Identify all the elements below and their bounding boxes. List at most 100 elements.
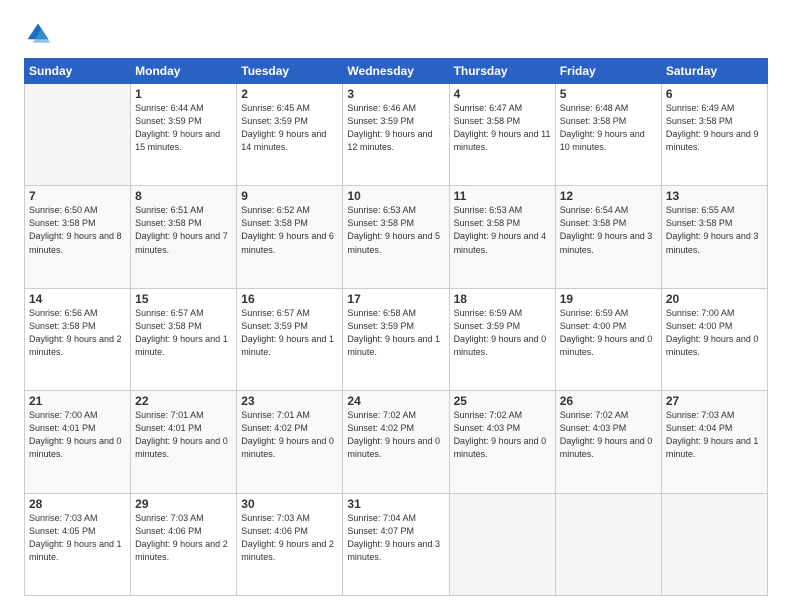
calendar-cell: 29Sunrise: 7:03 AM Sunset: 4:06 PM Dayli… <box>131 493 237 595</box>
calendar-cell: 17Sunrise: 6:58 AM Sunset: 3:59 PM Dayli… <box>343 288 449 390</box>
day-info: Sunrise: 6:59 AM Sunset: 4:00 PM Dayligh… <box>560 307 657 359</box>
calendar-week-1: 1Sunrise: 6:44 AM Sunset: 3:59 PM Daylig… <box>25 84 768 186</box>
day-info: Sunrise: 6:46 AM Sunset: 3:59 PM Dayligh… <box>347 102 444 154</box>
calendar-cell: 23Sunrise: 7:01 AM Sunset: 4:02 PM Dayli… <box>237 391 343 493</box>
day-info: Sunrise: 7:03 AM Sunset: 4:04 PM Dayligh… <box>666 409 763 461</box>
calendar-cell: 30Sunrise: 7:03 AM Sunset: 4:06 PM Dayli… <box>237 493 343 595</box>
calendar-cell: 1Sunrise: 6:44 AM Sunset: 3:59 PM Daylig… <box>131 84 237 186</box>
weekday-header-thursday: Thursday <box>449 59 555 84</box>
day-info: Sunrise: 7:02 AM Sunset: 4:03 PM Dayligh… <box>560 409 657 461</box>
day-info: Sunrise: 6:49 AM Sunset: 3:58 PM Dayligh… <box>666 102 763 154</box>
calendar-cell <box>449 493 555 595</box>
day-info: Sunrise: 7:01 AM Sunset: 4:02 PM Dayligh… <box>241 409 338 461</box>
calendar-cell: 5Sunrise: 6:48 AM Sunset: 3:58 PM Daylig… <box>555 84 661 186</box>
calendar-week-4: 21Sunrise: 7:00 AM Sunset: 4:01 PM Dayli… <box>25 391 768 493</box>
day-info: Sunrise: 6:53 AM Sunset: 3:58 PM Dayligh… <box>454 204 551 256</box>
day-info: Sunrise: 6:47 AM Sunset: 3:58 PM Dayligh… <box>454 102 551 154</box>
day-info: Sunrise: 6:44 AM Sunset: 3:59 PM Dayligh… <box>135 102 232 154</box>
calendar-cell: 27Sunrise: 7:03 AM Sunset: 4:04 PM Dayli… <box>661 391 767 493</box>
calendar-cell: 11Sunrise: 6:53 AM Sunset: 3:58 PM Dayli… <box>449 186 555 288</box>
day-number: 8 <box>135 189 232 203</box>
calendar-cell: 15Sunrise: 6:57 AM Sunset: 3:58 PM Dayli… <box>131 288 237 390</box>
calendar-cell: 20Sunrise: 7:00 AM Sunset: 4:00 PM Dayli… <box>661 288 767 390</box>
day-info: Sunrise: 6:50 AM Sunset: 3:58 PM Dayligh… <box>29 204 126 256</box>
day-number: 24 <box>347 394 444 408</box>
day-info: Sunrise: 7:00 AM Sunset: 4:01 PM Dayligh… <box>29 409 126 461</box>
day-number: 19 <box>560 292 657 306</box>
day-number: 3 <box>347 87 444 101</box>
day-info: Sunrise: 6:57 AM Sunset: 3:59 PM Dayligh… <box>241 307 338 359</box>
calendar-table: SundayMondayTuesdayWednesdayThursdayFrid… <box>24 58 768 596</box>
weekday-header-sunday: Sunday <box>25 59 131 84</box>
calendar-cell: 10Sunrise: 6:53 AM Sunset: 3:58 PM Dayli… <box>343 186 449 288</box>
logo-icon <box>24 20 52 48</box>
day-number: 7 <box>29 189 126 203</box>
day-info: Sunrise: 6:59 AM Sunset: 3:59 PM Dayligh… <box>454 307 551 359</box>
day-info: Sunrise: 6:53 AM Sunset: 3:58 PM Dayligh… <box>347 204 444 256</box>
calendar-cell: 6Sunrise: 6:49 AM Sunset: 3:58 PM Daylig… <box>661 84 767 186</box>
day-info: Sunrise: 7:03 AM Sunset: 4:06 PM Dayligh… <box>135 512 232 564</box>
calendar-cell: 31Sunrise: 7:04 AM Sunset: 4:07 PM Dayli… <box>343 493 449 595</box>
day-info: Sunrise: 7:02 AM Sunset: 4:03 PM Dayligh… <box>454 409 551 461</box>
weekday-header-friday: Friday <box>555 59 661 84</box>
calendar-cell: 7Sunrise: 6:50 AM Sunset: 3:58 PM Daylig… <box>25 186 131 288</box>
day-number: 11 <box>454 189 551 203</box>
day-info: Sunrise: 7:03 AM Sunset: 4:05 PM Dayligh… <box>29 512 126 564</box>
calendar-cell: 12Sunrise: 6:54 AM Sunset: 3:58 PM Dayli… <box>555 186 661 288</box>
day-info: Sunrise: 6:58 AM Sunset: 3:59 PM Dayligh… <box>347 307 444 359</box>
day-number: 26 <box>560 394 657 408</box>
calendar-cell <box>25 84 131 186</box>
calendar-cell: 14Sunrise: 6:56 AM Sunset: 3:58 PM Dayli… <box>25 288 131 390</box>
calendar-cell: 3Sunrise: 6:46 AM Sunset: 3:59 PM Daylig… <box>343 84 449 186</box>
calendar-week-3: 14Sunrise: 6:56 AM Sunset: 3:58 PM Dayli… <box>25 288 768 390</box>
weekday-header-row: SundayMondayTuesdayWednesdayThursdayFrid… <box>25 59 768 84</box>
day-info: Sunrise: 6:55 AM Sunset: 3:58 PM Dayligh… <box>666 204 763 256</box>
day-info: Sunrise: 6:52 AM Sunset: 3:58 PM Dayligh… <box>241 204 338 256</box>
calendar-cell: 24Sunrise: 7:02 AM Sunset: 4:02 PM Dayli… <box>343 391 449 493</box>
day-number: 29 <box>135 497 232 511</box>
day-number: 28 <box>29 497 126 511</box>
day-info: Sunrise: 7:04 AM Sunset: 4:07 PM Dayligh… <box>347 512 444 564</box>
calendar-cell: 2Sunrise: 6:45 AM Sunset: 3:59 PM Daylig… <box>237 84 343 186</box>
day-info: Sunrise: 7:02 AM Sunset: 4:02 PM Dayligh… <box>347 409 444 461</box>
day-number: 4 <box>454 87 551 101</box>
day-number: 18 <box>454 292 551 306</box>
day-number: 23 <box>241 394 338 408</box>
calendar-cell: 25Sunrise: 7:02 AM Sunset: 4:03 PM Dayli… <box>449 391 555 493</box>
day-number: 14 <box>29 292 126 306</box>
calendar-cell: 4Sunrise: 6:47 AM Sunset: 3:58 PM Daylig… <box>449 84 555 186</box>
day-number: 6 <box>666 87 763 101</box>
day-number: 21 <box>29 394 126 408</box>
calendar-week-5: 28Sunrise: 7:03 AM Sunset: 4:05 PM Dayli… <box>25 493 768 595</box>
calendar-cell: 22Sunrise: 7:01 AM Sunset: 4:01 PM Dayli… <box>131 391 237 493</box>
calendar-cell: 18Sunrise: 6:59 AM Sunset: 3:59 PM Dayli… <box>449 288 555 390</box>
day-number: 5 <box>560 87 657 101</box>
day-number: 15 <box>135 292 232 306</box>
calendar-cell <box>555 493 661 595</box>
weekday-header-wednesday: Wednesday <box>343 59 449 84</box>
page: SundayMondayTuesdayWednesdayThursdayFrid… <box>0 0 792 612</box>
day-info: Sunrise: 6:51 AM Sunset: 3:58 PM Dayligh… <box>135 204 232 256</box>
day-number: 10 <box>347 189 444 203</box>
calendar-cell: 8Sunrise: 6:51 AM Sunset: 3:58 PM Daylig… <box>131 186 237 288</box>
weekday-header-monday: Monday <box>131 59 237 84</box>
day-info: Sunrise: 6:45 AM Sunset: 3:59 PM Dayligh… <box>241 102 338 154</box>
day-number: 31 <box>347 497 444 511</box>
calendar-cell: 19Sunrise: 6:59 AM Sunset: 4:00 PM Dayli… <box>555 288 661 390</box>
weekday-header-tuesday: Tuesday <box>237 59 343 84</box>
calendar-cell: 21Sunrise: 7:00 AM Sunset: 4:01 PM Dayli… <box>25 391 131 493</box>
calendar-cell: 9Sunrise: 6:52 AM Sunset: 3:58 PM Daylig… <box>237 186 343 288</box>
day-number: 30 <box>241 497 338 511</box>
calendar-cell: 26Sunrise: 7:02 AM Sunset: 4:03 PM Dayli… <box>555 391 661 493</box>
day-info: Sunrise: 6:57 AM Sunset: 3:58 PM Dayligh… <box>135 307 232 359</box>
day-number: 2 <box>241 87 338 101</box>
day-info: Sunrise: 6:48 AM Sunset: 3:58 PM Dayligh… <box>560 102 657 154</box>
logo <box>24 20 56 48</box>
day-number: 12 <box>560 189 657 203</box>
header <box>24 20 768 48</box>
day-number: 13 <box>666 189 763 203</box>
day-info: Sunrise: 7:01 AM Sunset: 4:01 PM Dayligh… <box>135 409 232 461</box>
calendar-cell: 13Sunrise: 6:55 AM Sunset: 3:58 PM Dayli… <box>661 186 767 288</box>
day-number: 27 <box>666 394 763 408</box>
calendar-cell: 16Sunrise: 6:57 AM Sunset: 3:59 PM Dayli… <box>237 288 343 390</box>
